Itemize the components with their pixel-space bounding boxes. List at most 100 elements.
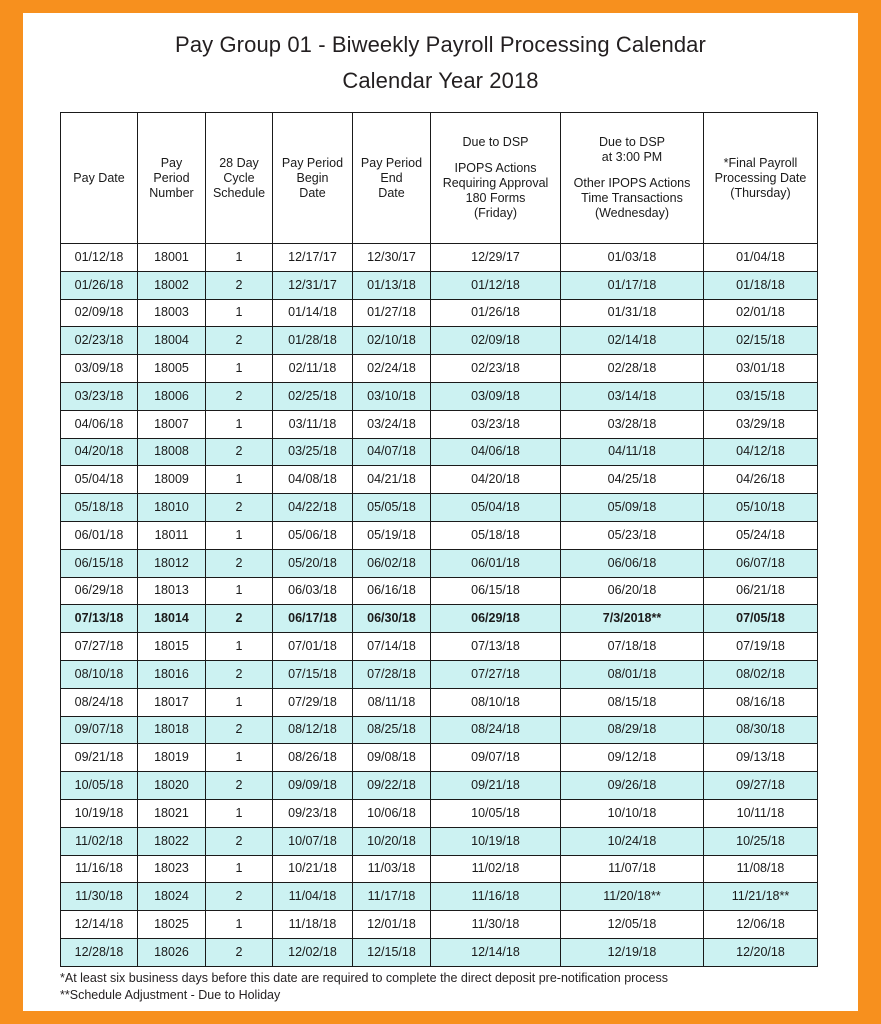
cell-r24-c0: 12/14/18 <box>60 910 138 939</box>
cell-r3-c3: 01/28/18 <box>272 326 353 356</box>
cell-r4-c1: 18005 <box>137 354 206 383</box>
cell-r11-c5: 06/01/18 <box>430 548 561 578</box>
table-row: 03/23/18 18006 2 02/25/18 03/10/18 03/09/18 03… <box>60 381 818 411</box>
cell-r15-c1: 18016 <box>137 659 206 689</box>
cell-r25-c5: 12/14/18 <box>430 937 561 967</box>
cell-r19-c1: 18020 <box>137 771 206 800</box>
cell-r24-c6: 12/05/18 <box>560 910 704 939</box>
cell-r19-c5: 09/21/18 <box>430 771 561 800</box>
document-page: Pay Group 01 - Biweekly Payroll Processi… <box>23 13 858 1011</box>
cell-r22-c5: 11/02/18 <box>430 854 561 884</box>
cell-r10-c4: 05/19/18 <box>352 520 431 550</box>
cell-r17-c6: 08/29/18 <box>560 715 704 745</box>
cell-r10-c7: 05/24/18 <box>703 520 818 550</box>
payroll-calendar-table-wrapper: Pay Date Pay Period Number 28 Day Cycle Schedu… <box>60 112 818 967</box>
table-row: 09/07/18 18018 2 08/12/18 08/25/18 08/24/18 08… <box>60 715 818 745</box>
cell-r12-c5: 06/15/18 <box>430 576 561 606</box>
column-header-label-3: Pay Period Begin Date <box>281 155 344 200</box>
cell-r3-c4: 02/10/18 <box>352 326 431 356</box>
cell-r0-c4: 12/30/17 <box>352 243 431 272</box>
column-header-top-5: Due to DSP <box>462 135 529 149</box>
cell-r9-c4: 05/05/18 <box>352 493 431 522</box>
column-header-label-6: Other IPOPS Actions Time Transactions (Wed… <box>573 176 691 220</box>
cell-r6-c0: 04/06/18 <box>60 409 138 439</box>
column-header-3: Pay Period Begin Date <box>272 112 353 244</box>
cell-r13-c3: 06/17/18 <box>272 604 353 634</box>
cell-r6-c5: 03/23/18 <box>430 409 561 439</box>
cell-r8-c7: 04/26/18 <box>703 465 818 495</box>
column-header-spacer-6 <box>564 165 700 176</box>
cell-r7-c2: 2 <box>205 437 273 467</box>
cell-r13-c6: 7/3/2018** <box>560 604 704 634</box>
table-row: 11/30/18 18024 2 11/04/18 11/17/18 11/16/18 11… <box>60 882 818 912</box>
cell-r13-c5: 06/29/18 <box>430 604 561 634</box>
cell-r23-c7: 11/21/18** <box>703 882 818 912</box>
cell-r5-c2: 2 <box>205 381 273 411</box>
column-header-7: *Final Payroll Processing Date (Thursday) <box>703 112 818 244</box>
cell-r13-c2: 2 <box>205 604 273 634</box>
cell-r20-c2: 1 <box>205 798 273 828</box>
cell-r2-c3: 01/14/18 <box>272 298 353 328</box>
page-title-line-1: Pay Group 01 - Biweekly Payroll Processi… <box>175 32 706 57</box>
cell-r6-c1: 18007 <box>137 409 206 439</box>
cell-r19-c6: 09/26/18 <box>560 771 704 800</box>
cell-r5-c5: 03/09/18 <box>430 381 561 411</box>
column-header-2: 28 Day Cycle Schedule <box>205 112 273 244</box>
cell-r5-c3: 02/25/18 <box>272 381 353 411</box>
table-row: 08/24/18 18017 1 07/29/18 08/11/18 08/10/18 08… <box>60 687 818 717</box>
cell-r1-c5: 01/12/18 <box>430 270 561 300</box>
column-header-label-5: IPOPS Actions Requiring Approval 180 Forms… <box>442 161 549 220</box>
column-header-top-6: Due to DSP at 3:00 PM <box>598 135 665 164</box>
table-row: 07/27/18 18015 1 07/01/18 07/14/18 07/13/18 07… <box>60 632 818 661</box>
cell-r25-c2: 2 <box>205 937 273 967</box>
cell-r20-c6: 10/10/18 <box>560 798 704 828</box>
table-row: 03/09/18 18005 1 02/11/18 02/24/18 02/23/18 02… <box>60 354 818 383</box>
cell-r10-c0: 06/01/18 <box>60 520 138 550</box>
cell-r16-c1: 18017 <box>137 687 206 717</box>
cell-r1-c1: 18002 <box>137 270 206 300</box>
cell-r13-c1: 18014 <box>137 604 206 634</box>
cell-r15-c6: 08/01/18 <box>560 659 704 689</box>
cell-r14-c7: 07/19/18 <box>703 632 818 661</box>
cell-r4-c3: 02/11/18 <box>272 354 353 383</box>
table-body: 01/12/18 18001 1 12/17/17 12/30/17 12/29/17 01… <box>60 243 818 967</box>
cell-r10-c1: 18011 <box>137 520 206 550</box>
column-header-0: Pay Date <box>60 112 138 244</box>
cell-r7-c6: 04/11/18 <box>560 437 704 467</box>
cell-r25-c4: 12/15/18 <box>352 937 431 967</box>
cell-r22-c7: 11/08/18 <box>703 854 818 884</box>
cell-r21-c3: 10/07/18 <box>272 826 353 856</box>
cell-r7-c7: 04/12/18 <box>703 437 818 467</box>
cell-r13-c7: 07/05/18 <box>703 604 818 634</box>
cell-r15-c0: 08/10/18 <box>60 659 138 689</box>
cell-r11-c2: 2 <box>205 548 273 578</box>
cell-r8-c4: 04/21/18 <box>352 465 431 495</box>
cell-r5-c1: 18006 <box>137 381 206 411</box>
table-row: 01/26/18 18002 2 12/31/17 01/13/18 01/12/18 01… <box>60 270 818 300</box>
cell-r25-c7: 12/20/18 <box>703 937 818 967</box>
cell-r21-c0: 11/02/18 <box>60 826 138 856</box>
cell-r22-c0: 11/16/18 <box>60 854 138 884</box>
cell-r0-c0: 01/12/18 <box>60 243 138 272</box>
cell-r18-c1: 18019 <box>137 743 206 773</box>
cell-r24-c1: 18025 <box>137 910 206 939</box>
cell-r12-c6: 06/20/18 <box>560 576 704 606</box>
cell-r17-c3: 08/12/18 <box>272 715 353 745</box>
cell-r3-c5: 02/09/18 <box>430 326 561 356</box>
cell-r9-c1: 18010 <box>137 493 206 522</box>
cell-r15-c2: 2 <box>205 659 273 689</box>
cell-r7-c5: 04/06/18 <box>430 437 561 467</box>
cell-r17-c5: 08/24/18 <box>430 715 561 745</box>
cell-r21-c7: 10/25/18 <box>703 826 818 856</box>
cell-r3-c0: 02/23/18 <box>60 326 138 356</box>
cell-r2-c4: 01/27/18 <box>352 298 431 328</box>
cell-r9-c5: 05/04/18 <box>430 493 561 522</box>
cell-r14-c3: 07/01/18 <box>272 632 353 661</box>
cell-r12-c3: 06/03/18 <box>272 576 353 606</box>
footnote-2: **Schedule Adjustment - Due to Holiday <box>60 988 281 1002</box>
cell-r2-c0: 02/09/18 <box>60 298 138 328</box>
cell-r20-c3: 09/23/18 <box>272 798 353 828</box>
footnotes: *At least six business days before this … <box>60 970 820 1004</box>
cell-r17-c7: 08/30/18 <box>703 715 818 745</box>
cell-r21-c1: 18022 <box>137 826 206 856</box>
